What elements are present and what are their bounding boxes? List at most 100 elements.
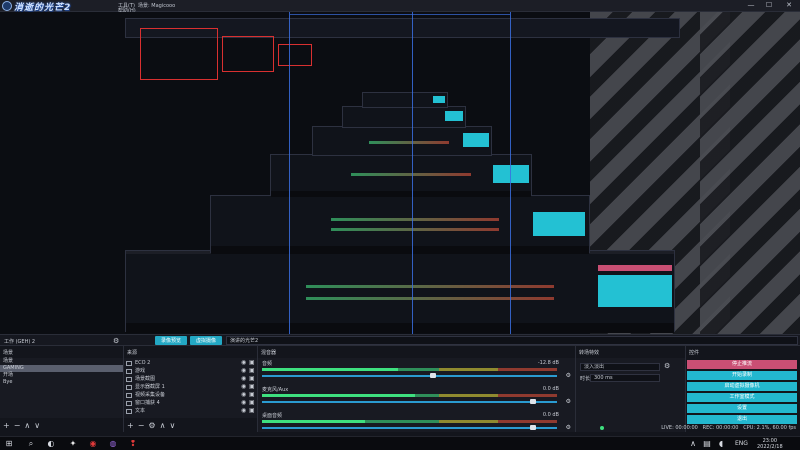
up-icon[interactable]: ∧ bbox=[24, 421, 30, 430]
gear-icon[interactable]: ⚙ bbox=[566, 372, 571, 379]
eye-icon[interactable]: ◉ bbox=[241, 367, 249, 375]
recursive-window-3 bbox=[270, 154, 532, 197]
scenes-title: 场景 bbox=[3, 350, 14, 356]
up-icon[interactable]: ∧ bbox=[160, 421, 166, 430]
language-indicator[interactable]: ENG bbox=[735, 440, 748, 447]
game-icon[interactable]: ◍ bbox=[108, 439, 118, 449]
sources-list: ECO 2 ◉ ▣ 游戏 ◉ ▣ 场景截图 ◉ ▣ 显示器截屏 1 ◉ ▣ 视频采集设备 ◉ ▣ 窗… bbox=[124, 358, 257, 418]
lock-icon[interactable]: ▣ bbox=[249, 399, 257, 407]
meter-level bbox=[262, 420, 366, 423]
scene-item-active[interactable]: GAMING bbox=[0, 365, 123, 372]
lock-icon[interactable]: ▣ bbox=[249, 375, 257, 383]
source-label: ECO 2 bbox=[135, 360, 151, 366]
source-item[interactable]: 窗口捕获 4 ◉ ▣ bbox=[124, 399, 257, 407]
channel-name: 桌面音频 bbox=[262, 413, 283, 419]
sources-dock: 来源 ECO 2 ◉ ▣ 游戏 ◉ ▣ 场景截图 ◉ ▣ 显示器截屏 1 ◉ ▣ 视频采集设备 ◉… bbox=[124, 346, 258, 432]
netease-icon[interactable]: ✦ bbox=[68, 439, 78, 449]
source-item[interactable]: 视频采集设备 ◉ ▣ bbox=[124, 391, 257, 399]
add-icon[interactable]: + bbox=[127, 421, 134, 430]
recursive-window-2 bbox=[210, 195, 590, 254]
settings-button[interactable]: 设置 bbox=[687, 404, 797, 413]
start-virtual-camera-button[interactable]: 启动虚拟摄像机 bbox=[687, 382, 797, 391]
fader-knob[interactable] bbox=[530, 399, 537, 404]
eye-icon[interactable]: ◉ bbox=[241, 391, 249, 399]
channel-db: 0.0 dB bbox=[542, 412, 559, 418]
clock[interactable]: 23:00 2022/2/18 bbox=[757, 438, 783, 450]
eye-icon[interactable]: ◉ bbox=[241, 407, 249, 415]
source-bounding-box-2 bbox=[222, 36, 274, 72]
eye-icon[interactable]: ◉ bbox=[241, 375, 249, 383]
volume-meter bbox=[262, 368, 557, 371]
source-item[interactable]: 游戏 ◉ ▣ bbox=[124, 367, 257, 375]
lock-icon[interactable]: ▣ bbox=[249, 383, 257, 391]
down-icon[interactable]: ∨ bbox=[34, 421, 40, 430]
source-bounding-box-1 bbox=[140, 28, 218, 80]
gear-icon[interactable]: ⚙ bbox=[566, 424, 571, 431]
eye-icon[interactable]: ◉ bbox=[241, 399, 249, 407]
source-label: 文本 bbox=[135, 408, 146, 414]
guide-line bbox=[290, 14, 510, 15]
lock-icon[interactable]: ▣ bbox=[249, 359, 257, 367]
search-icon[interactable]: ⌕ bbox=[26, 439, 36, 449]
source-item[interactable]: 场景截图 ◉ ▣ bbox=[124, 375, 257, 383]
windows-icon[interactable]: ⊞ bbox=[4, 439, 14, 449]
transitions-body: 淡入淡出 ⚙ 时长 300 ms bbox=[576, 358, 685, 432]
channel-db: 0.0 dB bbox=[542, 386, 559, 392]
minimize-button[interactable]: — bbox=[744, 1, 758, 9]
source-item[interactable]: 文本 ◉ ▣ bbox=[124, 407, 257, 415]
scene-item[interactable]: 开场 bbox=[0, 372, 123, 379]
remove-icon[interactable]: − bbox=[138, 421, 145, 430]
volume-fader[interactable] bbox=[262, 399, 557, 404]
down-icon[interactable]: ∨ bbox=[169, 421, 175, 430]
remove-icon[interactable]: − bbox=[14, 421, 21, 430]
add-icon[interactable]: + bbox=[3, 421, 10, 430]
lock-icon[interactable]: ▣ bbox=[249, 391, 257, 399]
scene-text-input[interactable]: 演讲的光芒2 bbox=[226, 336, 798, 345]
recursive-window-1 bbox=[125, 250, 675, 333]
obs-icon[interactable]: ◉ bbox=[88, 439, 98, 449]
source-item[interactable]: 显示器截屏 1 ◉ ▣ bbox=[124, 383, 257, 391]
eye-icon[interactable]: ◉ bbox=[241, 383, 249, 391]
network-icon[interactable]: ▤ bbox=[702, 439, 712, 449]
source-label: 场景截图 bbox=[135, 376, 156, 382]
close-button[interactable]: ✕ bbox=[782, 1, 796, 9]
source-type-icon bbox=[126, 360, 132, 366]
studio-preview-button[interactable]: 录像预览 bbox=[155, 336, 188, 345]
volume-fader[interactable] bbox=[262, 425, 557, 430]
steam-icon bbox=[2, 1, 12, 11]
volume-icon[interactable]: ◖ bbox=[716, 439, 726, 449]
fader-knob[interactable] bbox=[430, 373, 437, 378]
exit-button[interactable]: 退出 bbox=[687, 415, 797, 424]
gear-icon[interactable]: ⚙ bbox=[664, 362, 670, 370]
duration-label: 时长 bbox=[580, 376, 591, 382]
duration-input[interactable]: 300 ms bbox=[590, 374, 660, 382]
lock-icon[interactable]: ▣ bbox=[249, 407, 257, 415]
maximize-button[interactable]: ☐ bbox=[762, 1, 776, 9]
volume-meter bbox=[262, 420, 557, 423]
gear-icon[interactable]: ⚙ bbox=[113, 337, 119, 345]
gear-icon[interactable]: ⚙ bbox=[566, 398, 571, 405]
preview-canvas[interactable] bbox=[0, 12, 800, 334]
channel-db: -12.8 dB bbox=[537, 360, 559, 366]
studio-mode-button[interactable]: 工作室模式 bbox=[687, 393, 797, 402]
fader-knob[interactable] bbox=[530, 425, 537, 430]
app-icon[interactable]: ❢ bbox=[128, 439, 138, 449]
lock-icon[interactable]: ▣ bbox=[249, 367, 257, 375]
scenes-dock: 场景 场景 GAMING 开场 Bye + − ∧ ∨ bbox=[0, 346, 124, 432]
scene-item[interactable]: 场景 bbox=[0, 358, 123, 365]
tray-expand-icon[interactable]: ∧ bbox=[688, 439, 698, 449]
transition-select[interactable]: 淡入淡出 bbox=[580, 363, 660, 371]
steam-icon[interactable]: ◐ bbox=[46, 439, 56, 449]
recursive-window-6 bbox=[362, 92, 448, 108]
gear-icon[interactable]: ⚙ bbox=[148, 421, 155, 430]
eye-icon[interactable]: ◉ bbox=[241, 359, 249, 367]
scene-item[interactable]: Bye bbox=[0, 379, 123, 386]
stop-streaming-button[interactable]: 停止推流 bbox=[687, 360, 797, 369]
volume-fader[interactable] bbox=[262, 373, 557, 378]
virtual-camera-button[interactable]: 虚拟摄像 bbox=[190, 336, 223, 345]
scenes-footer: + − ∧ ∨ bbox=[0, 418, 123, 432]
source-item[interactable]: ECO 2 ◉ ▣ bbox=[124, 359, 257, 367]
source-type-icon bbox=[126, 368, 132, 374]
cpu-usage: CPU: 2.1%, 60.00 fps bbox=[743, 425, 796, 431]
start-recording-button[interactable]: 开始录制 bbox=[687, 371, 797, 380]
